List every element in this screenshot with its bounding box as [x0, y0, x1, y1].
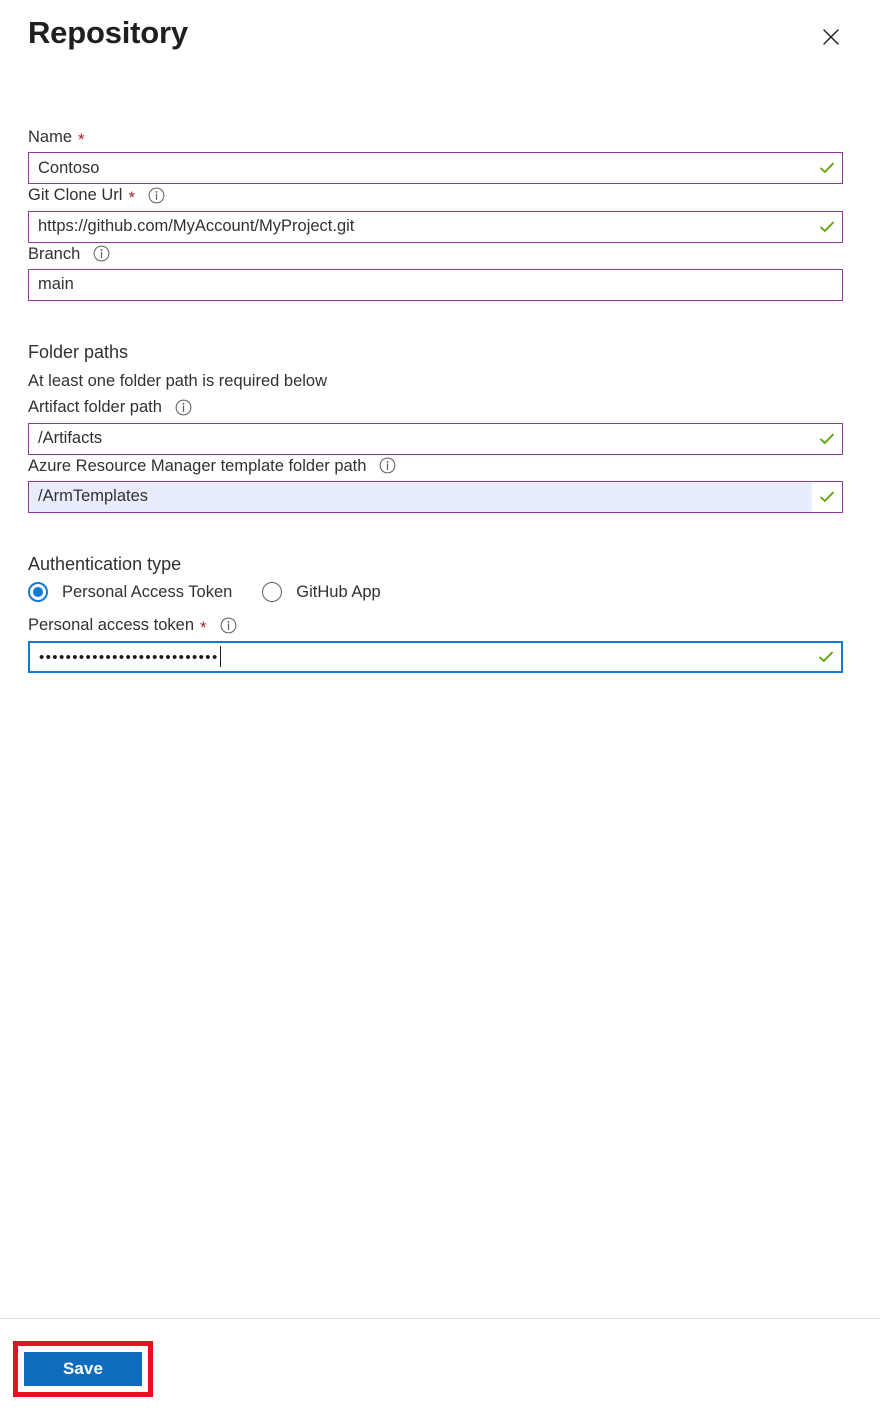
- valid-check-icon: [811, 642, 841, 671]
- label-name-text: Name: [28, 128, 73, 146]
- blade-footer: Save: [0, 1318, 880, 1414]
- close-icon: [821, 27, 841, 47]
- required-indicator: *: [200, 618, 207, 637]
- artifact-folder-path-input[interactable]: [29, 423, 812, 454]
- close-button[interactable]: [815, 21, 847, 53]
- label-git-clone-url-text: Git Clone Url: [28, 186, 123, 205]
- radio-personal-access-token[interactable]: Personal Access Token: [28, 582, 233, 603]
- repository-form: Name * Git Clone Url *: [0, 78, 880, 1318]
- label-arm-template-folder-path-text: Azure Resource Manager template folder p…: [28, 456, 367, 475]
- page-title: Repository: [28, 15, 188, 50]
- personal-access-token-input[interactable]: •••••••••••••••••••••••••••: [30, 646, 811, 668]
- valid-check-icon: [812, 211, 842, 242]
- branch-input[interactable]: [29, 269, 842, 300]
- arm-template-folder-path-input[interactable]: [29, 481, 812, 512]
- label-artifact-folder-path: Artifact folder path: [28, 396, 844, 418]
- field-git-clone-url: Git Clone Url *: [28, 184, 844, 243]
- authentication-type-radio-group: Personal Access Token GitHub App: [28, 582, 844, 603]
- label-artifact-folder-path-text: Artifact folder path: [28, 398, 162, 417]
- folder-paths-note: At least one folder path is required bel…: [28, 372, 328, 391]
- label-arm-template-folder-path: Azure Resource Manager template folder p…: [28, 455, 844, 477]
- field-personal-access-token: Personal access token * ••••••••••••••••…: [28, 614, 844, 673]
- masked-token-text: •••••••••••••••••••••••••••: [39, 649, 219, 667]
- git-clone-url-input-wrap[interactable]: [28, 210, 843, 243]
- field-name: Name *: [28, 126, 844, 185]
- save-button[interactable]: Save: [24, 1352, 142, 1386]
- radio-github-app-label: GitHub App: [296, 582, 381, 601]
- blade-header: Repository: [0, 0, 880, 78]
- info-icon[interactable]: [148, 187, 165, 204]
- arm-template-folder-path-input-wrap[interactable]: [28, 480, 843, 513]
- git-clone-url-input[interactable]: [29, 211, 812, 242]
- label-name: Name *: [28, 126, 844, 148]
- label-personal-access-token: Personal access token *: [28, 614, 844, 636]
- field-arm-template-folder-path: Azure Resource Manager template folder p…: [28, 455, 844, 513]
- name-input-wrap[interactable]: [28, 152, 843, 185]
- label-branch: Branch: [28, 243, 844, 265]
- required-indicator: *: [78, 129, 85, 149]
- name-input[interactable]: [29, 153, 812, 184]
- radio-unselected-icon: [262, 582, 283, 603]
- text-caret: [219, 646, 221, 668]
- save-button-highlight: Save: [13, 1341, 153, 1397]
- info-icon[interactable]: [175, 399, 192, 416]
- label-personal-access-token-text: Personal access token: [28, 616, 195, 635]
- info-icon[interactable]: [220, 617, 237, 634]
- valid-check-icon: [812, 423, 842, 454]
- personal-access-token-input-wrap[interactable]: •••••••••••••••••••••••••••: [28, 640, 843, 673]
- artifact-folder-path-input-wrap[interactable]: [28, 422, 843, 455]
- info-icon[interactable]: [379, 457, 396, 474]
- info-icon[interactable]: [93, 245, 110, 262]
- valid-check-icon: [812, 481, 842, 512]
- label-branch-text: Branch: [28, 244, 81, 263]
- required-indicator: *: [128, 187, 136, 207]
- radio-selected-icon: [28, 582, 48, 603]
- field-artifact-folder-path: Artifact folder path: [28, 396, 844, 455]
- field-branch: Branch: [28, 243, 844, 301]
- branch-input-wrap[interactable]: [28, 268, 843, 301]
- folder-paths-heading: Folder paths: [28, 341, 129, 362]
- radio-personal-access-token-label: Personal Access Token: [62, 582, 233, 601]
- authentication-type-heading: Authentication type: [28, 553, 182, 574]
- valid-check-icon: [812, 153, 842, 184]
- radio-github-app[interactable]: GitHub App: [262, 582, 381, 603]
- label-git-clone-url: Git Clone Url *: [28, 184, 844, 206]
